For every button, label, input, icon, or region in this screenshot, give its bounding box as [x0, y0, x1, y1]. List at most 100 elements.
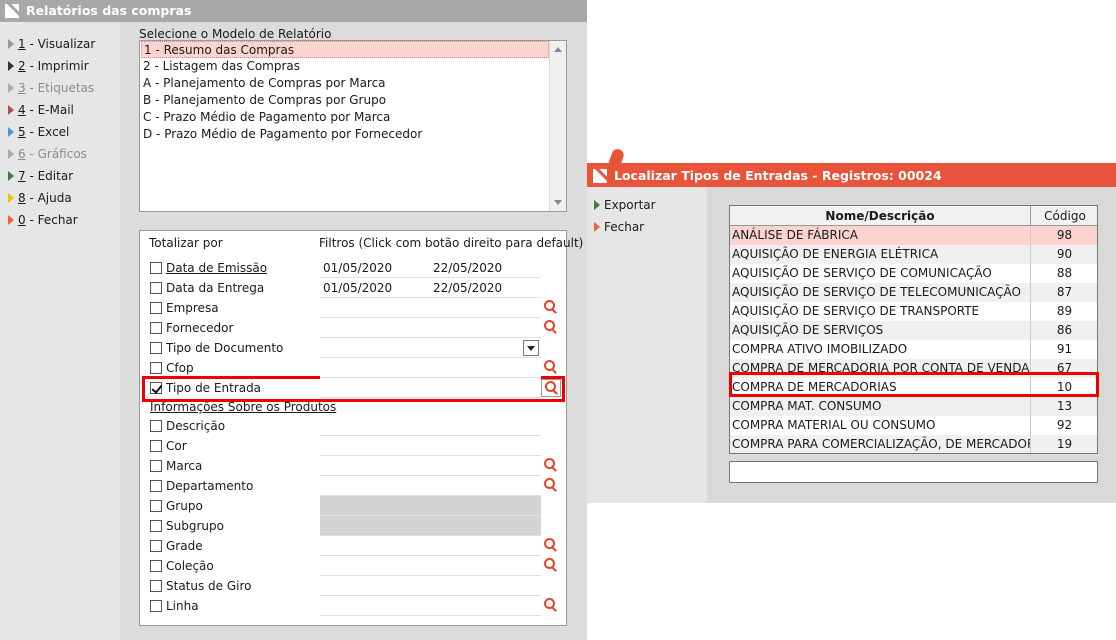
filter-value-field[interactable]: [320, 516, 541, 536]
filter-value-field[interactable]: [320, 298, 541, 318]
search-button[interactable]: [541, 379, 561, 397]
table-row[interactable]: COMPRA PARA COMERCIALIZAÇÃO, DE MERCADOR…: [730, 435, 1097, 453]
cell-name: AQUISIÇÃO DE SERVIÇO DE TELECOMUNICAÇÃO: [732, 285, 1021, 299]
search-icon[interactable]: [545, 381, 559, 395]
checkbox-grade[interactable]: [150, 540, 162, 552]
locator-title-bar: Localizar Tipos de Entradas - Registros:…: [587, 163, 1116, 187]
column-header-code[interactable]: Código: [1030, 206, 1097, 226]
table-row[interactable]: AQUISIÇÃO DE SERVIÇO DE COMUNICAÇÃO 88: [730, 264, 1097, 283]
checkbox-subgrupo[interactable]: [150, 520, 162, 532]
locator-menu-exportar[interactable]: Exportar: [594, 196, 656, 214]
checkbox-data-de-emissão[interactable]: [150, 262, 162, 274]
menu-item-label: - Etiquetas: [25, 81, 95, 95]
model-list-item[interactable]: 1 - Resumo das Compras: [141, 41, 549, 58]
search-icon[interactable]: [544, 360, 558, 374]
date-to-field[interactable]: 22/05/2020: [430, 258, 541, 278]
model-list-item[interactable]: A - Planejamento de Compras por Marca: [141, 75, 549, 92]
search-icon[interactable]: [544, 300, 558, 314]
menu-item-7[interactable]: 7 - Editar: [8, 167, 73, 185]
model-label: Selecione o Modelo de Relatório: [139, 27, 332, 41]
checkbox-cor[interactable]: [150, 440, 162, 452]
filter-value-field[interactable]: [320, 596, 541, 616]
report-model-list[interactable]: 1 - Resumo das Compras 2 - Listagem das C…: [139, 40, 567, 212]
checkbox-linha[interactable]: [150, 600, 162, 612]
menu-item-label: - Imprimir: [25, 59, 89, 73]
checkbox-tipo-de-entrada[interactable]: [150, 382, 162, 394]
menu-item-label: - Fechar: [25, 213, 78, 227]
locator-search-input[interactable]: [729, 461, 1098, 483]
highlight-compra-de-mercadorias: [729, 372, 1099, 397]
scroll-up-icon[interactable]: [554, 47, 562, 52]
date-from-field[interactable]: 01/05/2020: [320, 278, 430, 298]
table-row[interactable]: COMPRA ATIVO IMOBILIZADO 91: [730, 340, 1097, 359]
checkbox-empresa[interactable]: [150, 302, 162, 314]
search-icon[interactable]: [544, 598, 558, 612]
filter-label: Fornecedor: [166, 321, 234, 335]
checkbox-status-de-giro[interactable]: [150, 580, 162, 592]
filter-value-field[interactable]: [320, 338, 541, 358]
menu-item-key: 7: [18, 169, 26, 183]
filter-label: Tipo de Documento: [166, 341, 284, 355]
checkbox-tipo-de-documento[interactable]: [150, 342, 162, 354]
filter-value-field[interactable]: [320, 318, 541, 338]
checkbox-departamento[interactable]: [150, 480, 162, 492]
menu-item-label: Fechar: [604, 220, 645, 234]
dropdown-button[interactable]: [523, 340, 539, 356]
search-icon[interactable]: [544, 320, 558, 334]
locator-title: Localizar Tipos de Entradas - Registros:…: [614, 168, 942, 183]
model-list-item[interactable]: 2 - Listagem das Compras: [141, 58, 549, 75]
model-list-item[interactable]: C - Prazo Médio de Pagamento por Marca: [141, 109, 549, 126]
search-icon[interactable]: [544, 558, 558, 572]
checkbox-data-da-entrega[interactable]: [150, 282, 162, 294]
filter-value-field[interactable]: [320, 456, 541, 476]
search-icon[interactable]: [544, 478, 558, 492]
menu-item-9[interactable]: 0 - Fechar: [8, 211, 78, 229]
filter-value-field[interactable]: [320, 576, 541, 596]
filter-value-field[interactable]: [320, 378, 541, 398]
checkbox-grupo[interactable]: [150, 500, 162, 512]
table-row[interactable]: AQUISIÇÃO DE SERVIÇOS 86: [730, 321, 1097, 340]
menu-item-8[interactable]: 8 - Ajuda: [8, 189, 72, 207]
model-list-item[interactable]: D - Prazo Médio de Pagamento por Fornece…: [141, 126, 549, 143]
table-row[interactable]: COMPRA MATERIAL OU CONSUMO 92: [730, 416, 1097, 435]
filter-label: Tipo de Entrada: [166, 381, 262, 395]
checkbox-marca[interactable]: [150, 460, 162, 472]
entry-types-table[interactable]: Nome/Descrição Código ANÁLISE DE FÁBRICA…: [729, 205, 1098, 454]
date-to-field[interactable]: 22/05/2020: [430, 278, 541, 298]
search-icon[interactable]: [544, 538, 558, 552]
menu-item-5[interactable]: 5 - Excel: [8, 123, 69, 141]
filter-value-field[interactable]: [320, 536, 541, 556]
scroll-down-icon[interactable]: [554, 200, 562, 205]
column-header-name[interactable]: Nome/Descrição: [730, 206, 1030, 226]
checkbox-coleção[interactable]: [150, 560, 162, 572]
model-list-item[interactable]: B - Planejamento de Compras por Grupo: [141, 92, 549, 109]
filter-value-field[interactable]: [320, 476, 541, 496]
filter-value-field[interactable]: [320, 416, 541, 436]
menu-item-4[interactable]: 4 - E-Mail: [8, 101, 74, 119]
menu-arrow-disabled-icon: [8, 149, 14, 159]
cell-name: COMPRA MAT. CONSUMO: [732, 399, 882, 413]
cell-name: AQUISIÇÃO DE SERVIÇO DE TRANSPORTE: [732, 304, 980, 318]
filter-value-field[interactable]: [320, 436, 541, 456]
search-icon[interactable]: [544, 458, 558, 472]
filter-value-field[interactable]: [320, 496, 541, 516]
cell-code: 88: [1030, 264, 1097, 283]
menu-item-2[interactable]: 2 - Imprimir: [8, 57, 89, 75]
table-row[interactable]: AQUISIÇÃO DE ENERGIA ELÉTRICA 90: [730, 245, 1097, 264]
table-row[interactable]: COMPRA MAT. CONSUMO 13: [730, 397, 1097, 416]
table-row[interactable]: ANÁLISE DE FÁBRICA 98: [730, 226, 1097, 245]
menu-item-3[interactable]: 3 - Etiquetas: [8, 79, 94, 97]
table-row[interactable]: AQUISIÇÃO DE SERVIÇO DE TELECOMUNICAÇÃO 8…: [730, 283, 1097, 302]
locator-menu-fechar[interactable]: Fechar: [594, 218, 644, 236]
filter-value-field[interactable]: [320, 358, 541, 378]
filter-value-field[interactable]: [320, 556, 541, 576]
menu-item-1[interactable]: 1 - Visualizar: [8, 35, 95, 53]
checkbox-fornecedor[interactable]: [150, 322, 162, 334]
checkbox-cfop[interactable]: [150, 362, 162, 374]
model-list-scrollbar[interactable]: [549, 41, 566, 211]
menu-item-6[interactable]: 6 - Gráficos: [8, 145, 87, 163]
checkbox-descrição[interactable]: [150, 420, 162, 432]
filter-label: Cfop: [166, 361, 194, 375]
table-row[interactable]: AQUISIÇÃO DE SERVIÇO DE TRANSPORTE 89: [730, 302, 1097, 321]
date-from-field[interactable]: 01/05/2020: [320, 258, 430, 278]
